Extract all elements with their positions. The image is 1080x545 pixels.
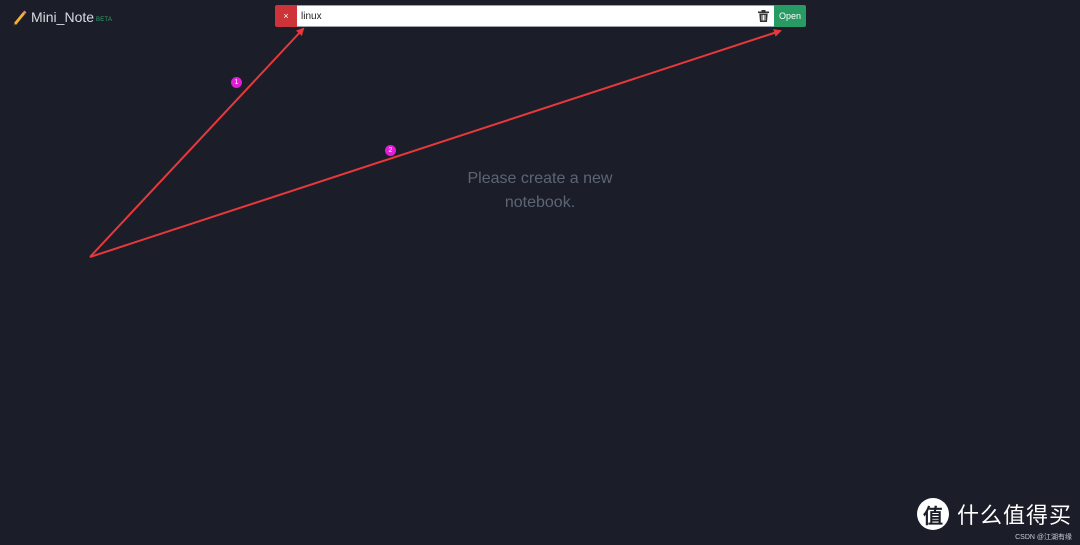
open-button[interactable]: Open (774, 5, 806, 27)
watermark: 值 什么值得买 (916, 498, 1072, 530)
annotation-marker-1: 1 (231, 77, 242, 88)
beta-badge: BETA (96, 17, 113, 23)
watermark-subtext: CSDN @江湖有缘 (1015, 534, 1072, 541)
annotation-marker-2: 2 (385, 145, 396, 156)
annotation-arrows (89, 27, 782, 258)
close-button[interactable]: × (275, 5, 297, 27)
empty-state-line-1: Please create a new (467, 170, 613, 187)
app-title: Mini_Note (31, 9, 95, 25)
notebook-toolbar: × Open (275, 5, 806, 27)
annotation-arrow-2 (89, 29, 782, 258)
empty-state-message: Please create a new notebook. (420, 167, 660, 215)
trash-icon[interactable] (758, 10, 769, 22)
annotation-arrow-1 (89, 27, 305, 258)
watermark-text: 什么值得买 (956, 504, 1072, 529)
notebook-input-wrapper (297, 5, 774, 27)
notebook-name-input[interactable] (301, 6, 751, 26)
watermark-logo: 值 (916, 498, 949, 530)
pencil-icon (13, 10, 27, 26)
empty-state-line-2: notebook. (504, 194, 576, 211)
brand: Mini_Note BETA (11, 6, 112, 26)
app-window: Mini_Note BETA × Open Please create a ne… (0, 0, 1080, 545)
